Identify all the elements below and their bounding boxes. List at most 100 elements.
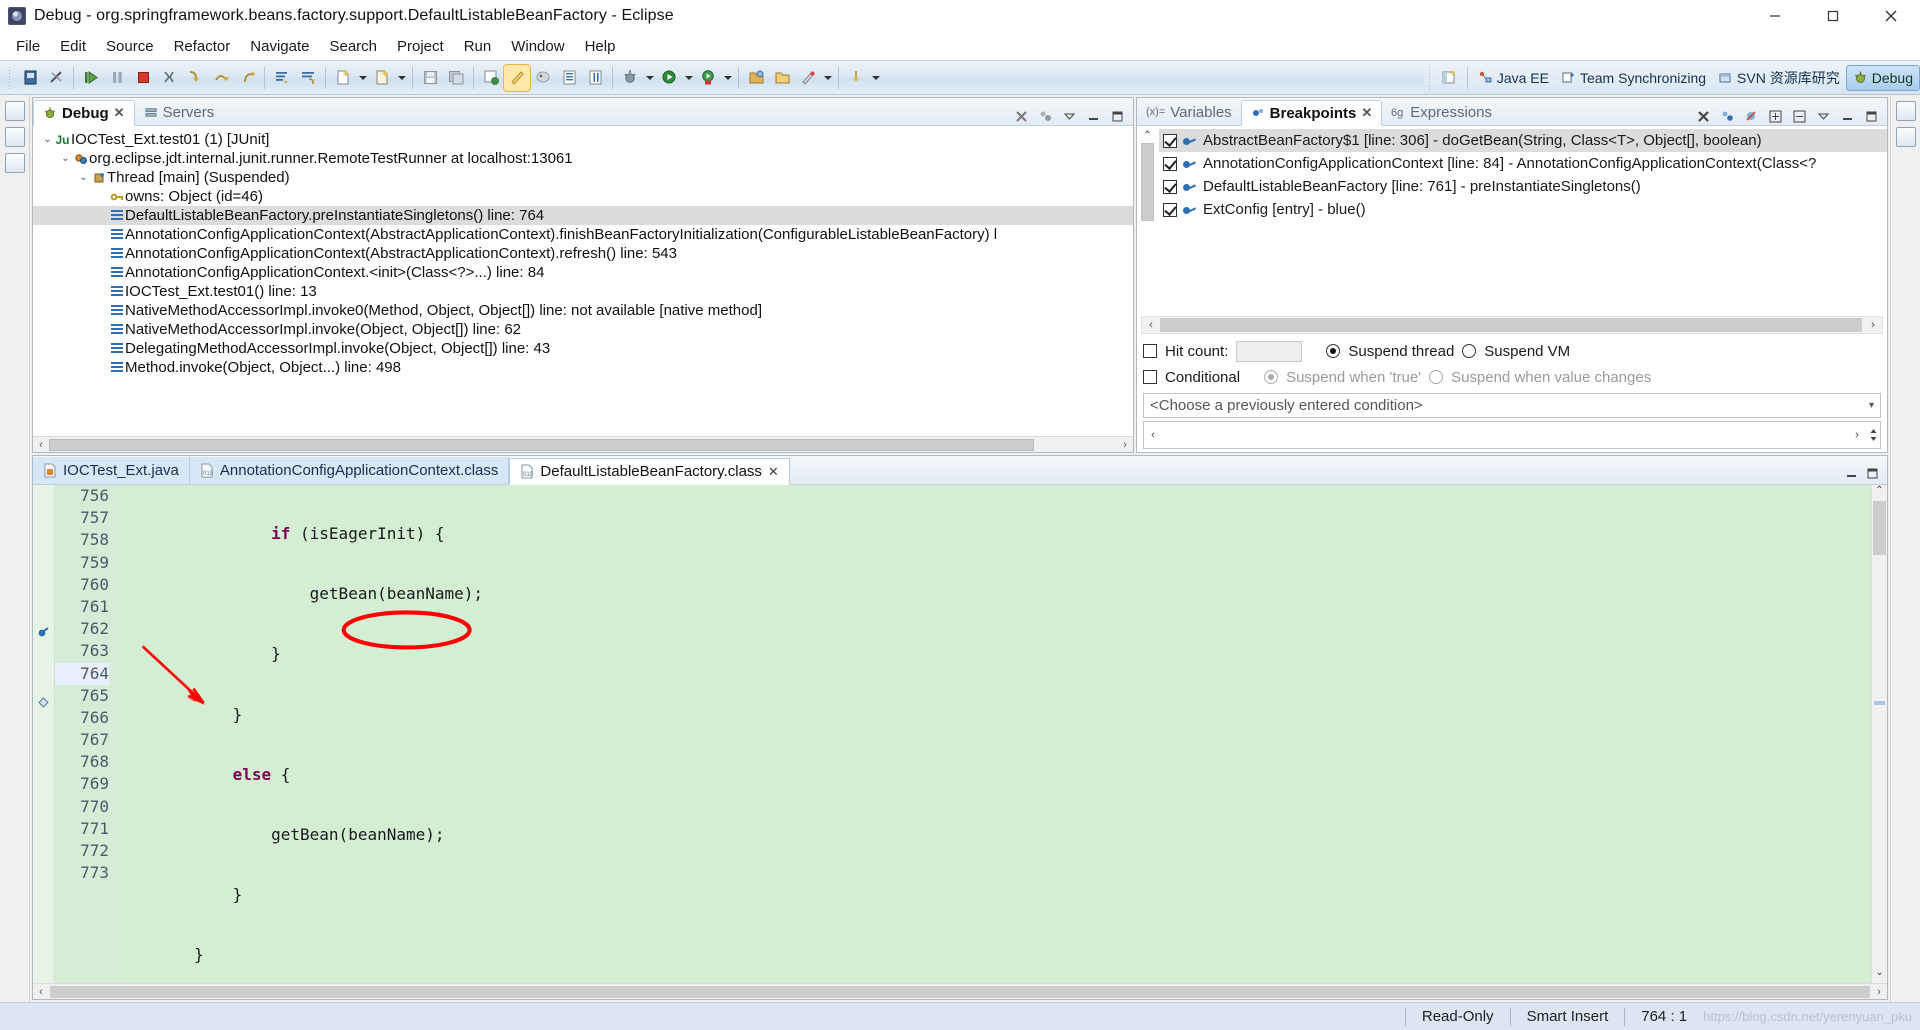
drop-to-frame-icon[interactable] — [295, 65, 321, 91]
minimize-icon[interactable] — [1845, 467, 1858, 484]
suspend-icon[interactable] — [104, 65, 130, 91]
editor-hscroll-thumb[interactable] — [50, 985, 1870, 998]
external-tools-icon[interactable] — [769, 65, 795, 91]
debug-last-icon[interactable] — [478, 65, 504, 91]
breakpoint-row[interactable]: ExtConfig [entry] - blue() — [1159, 198, 1887, 221]
breakpoint-enabled-checkbox[interactable] — [1163, 202, 1177, 217]
terminate-all-icon[interactable] — [1013, 108, 1030, 125]
new-java-file-icon[interactable] — [330, 65, 356, 91]
terminate-icon[interactable] — [130, 65, 156, 91]
editor-vscrollbar[interactable]: ⌃ ⌄ — [1871, 485, 1887, 983]
debug-hscroll-thumb[interactable] — [49, 438, 1034, 451]
step-filters-icon[interactable] — [269, 65, 295, 91]
minimize-button[interactable] — [1746, 0, 1804, 32]
tab-debug-close-icon[interactable]: ✕ — [114, 105, 125, 121]
debug-tree-row-frame[interactable]: AnnotationConfigApplicationContext.<init… — [33, 263, 1133, 282]
menu-edit[interactable]: Edit — [50, 36, 96, 57]
scroll-left-icon[interactable]: ‹ — [33, 439, 49, 451]
debug-tree-row-monitor[interactable]: owns: Object (id=46) — [33, 187, 1133, 206]
step-into-icon[interactable] — [182, 65, 208, 91]
disconnect2-icon[interactable] — [156, 65, 182, 91]
twisty-icon[interactable]: ⌄ — [59, 153, 72, 164]
debug-tree-row-frame[interactable]: NativeMethodAccessorImpl.invoke0(Method,… — [33, 301, 1133, 320]
editor-source-text[interactable]: if (isEagerInit) { getBean(beanName); } … — [117, 485, 1887, 999]
menu-run[interactable]: Run — [454, 36, 502, 57]
tab-debug[interactable]: Debug ✕ — [33, 100, 135, 126]
breakpoints-hscrollbar[interactable]: ‹ › — [1141, 316, 1883, 334]
debug-tree-row-frame[interactable]: DelegatingMethodAccessorImpl.invoke(Obje… — [33, 339, 1133, 358]
maximize-button[interactable] — [1804, 0, 1862, 32]
scroll-left-icon[interactable]: ‹ — [1144, 429, 1162, 441]
editor-tab-close-icon[interactable]: ✕ — [768, 464, 779, 480]
debug-tree-row-thread[interactable]: ⌄ Thread [main] (Suspended) — [33, 168, 1133, 187]
toolbar-grip[interactable] — [7, 66, 14, 89]
suspend-vm-radio[interactable] — [1462, 344, 1477, 358]
breakpoint-row[interactable]: DefaultListableBeanFactory [line: 761] -… — [1159, 175, 1887, 198]
hit-count-checkbox[interactable] — [1143, 344, 1157, 358]
debug-tree-row-process[interactable]: ⌄ org.eclipse.jdt.internal.junit.runner.… — [33, 149, 1133, 168]
menu-window[interactable]: Window — [501, 36, 574, 57]
suspend-when-true-radio[interactable] — [1264, 370, 1279, 384]
tab-breakpoints[interactable]: Breakpoints ✕ — [1240, 100, 1383, 126]
editor-tab-annotationconfig[interactable]: 010 AnnotationConfigApplicationContext.c… — [189, 457, 510, 484]
code-viewer[interactable]: 756 757 758 759 760 761 762 763 764 765 … — [33, 485, 1887, 999]
debug-tree-row-frame[interactable]: Method.invoke(Object, Object...) line: 4… — [33, 358, 1133, 377]
minimize-icon[interactable] — [1085, 108, 1102, 125]
run-coverage-dropdown[interactable] — [721, 65, 734, 91]
open-perspective-icon[interactable] — [1437, 65, 1463, 91]
perspective-debug[interactable]: Debug — [1845, 64, 1920, 91]
debug-tree-row-launch[interactable]: ⌄ Ju IOCTest_Ext.test01 (1) [JUnit] — [33, 130, 1133, 149]
debug-tree-row-frame[interactable]: AnnotationConfigApplicationContext(Abstr… — [33, 225, 1133, 244]
breakpoints-vscroll-thumb[interactable] — [1141, 143, 1154, 221]
twisty-icon[interactable]: ⌄ — [77, 172, 90, 183]
debug-tree-hscrollbar[interactable]: ‹ › — [33, 436, 1133, 452]
new-java-file-dropdown[interactable] — [356, 65, 369, 91]
debug-tree-row-frame-selected[interactable]: DefaultListableBeanFactory.preInstantiat… — [33, 206, 1133, 225]
expand-all-icon[interactable] — [1767, 108, 1784, 125]
outline-view-shortcut-icon[interactable] — [1895, 127, 1916, 147]
next-annotation-icon[interactable] — [843, 65, 869, 91]
scroll-down-icon[interactable]: ⌄ — [1872, 967, 1887, 983]
scroll-right-icon[interactable]: › — [1871, 986, 1887, 998]
remove-all-breakpoints-icon[interactable] — [1695, 108, 1712, 125]
breakpoint-row[interactable]: AbstractBeanFactory$1 [line: 306] - doGe… — [1159, 129, 1887, 152]
editor-tab-defaultlistablebeanfactory[interactable]: 010 DefaultListableBeanFactory.class ✕ — [509, 458, 790, 485]
close-button[interactable] — [1862, 0, 1920, 32]
minimize-icon[interactable] — [1839, 108, 1856, 125]
perspective-svn-repository[interactable]: SVN 资源库研究 — [1712, 65, 1846, 91]
editor-tab-ioctest[interactable]: IOCTest_Ext.java — [33, 457, 190, 484]
perspective-java-ee[interactable]: Java EE — [1472, 65, 1555, 91]
scroll-up-icon[interactable]: ⌃ — [1141, 130, 1154, 141]
run-as-icon[interactable] — [656, 65, 682, 91]
scroll-left-icon[interactable]: ‹ — [1142, 319, 1160, 331]
view-menu-icon[interactable] — [1061, 108, 1078, 125]
menu-project[interactable]: Project — [387, 36, 454, 57]
menu-help[interactable]: Help — [575, 36, 626, 57]
chevron-down-icon[interactable]: ▾ — [1869, 400, 1874, 411]
new-wizard-icon[interactable] — [369, 65, 395, 91]
save-all-icon[interactable] — [443, 65, 469, 91]
tab-expressions[interactable]: 6ɡ Expressions — [1382, 99, 1501, 125]
debug-tree-row-frame[interactable]: IOCTest_Ext.test01() line: 13 — [33, 282, 1133, 301]
editor-hscrollbar[interactable]: ‹ › — [33, 983, 1887, 999]
menu-file[interactable]: File — [6, 36, 50, 57]
previous-annotation-icon[interactable] — [530, 65, 556, 91]
scroll-left-icon[interactable]: ‹ — [33, 986, 49, 998]
debug-tree-row-frame[interactable]: AnnotationConfigApplicationContext(Abstr… — [33, 244, 1133, 263]
debug-hscroll-track[interactable] — [49, 436, 1117, 452]
conditional-checkbox[interactable] — [1143, 370, 1157, 384]
condition-combo[interactable]: <Choose a previously entered condition> … — [1143, 393, 1881, 418]
breakpoint-enabled-checkbox[interactable] — [1163, 156, 1177, 171]
breakpoint-enabled-checkbox[interactable] — [1163, 133, 1177, 148]
restore-icon[interactable] — [1895, 101, 1916, 121]
scroll-right-icon[interactable]: › — [1117, 439, 1133, 451]
external-tools-run-icon[interactable] — [795, 65, 821, 91]
breakpoints-hscroll-thumb[interactable] — [1160, 318, 1862, 332]
skip-breakpoints-icon[interactable] — [1743, 108, 1760, 125]
condition-spinner[interactable] — [1866, 426, 1880, 444]
toggle-mark-occurrences-icon[interactable] — [503, 63, 531, 92]
menu-navigate[interactable]: Navigate — [240, 36, 319, 57]
external-tools-dropdown[interactable] — [821, 65, 834, 91]
open-folder-icon[interactable] — [743, 65, 769, 91]
open-type-icon[interactable] — [556, 65, 582, 91]
